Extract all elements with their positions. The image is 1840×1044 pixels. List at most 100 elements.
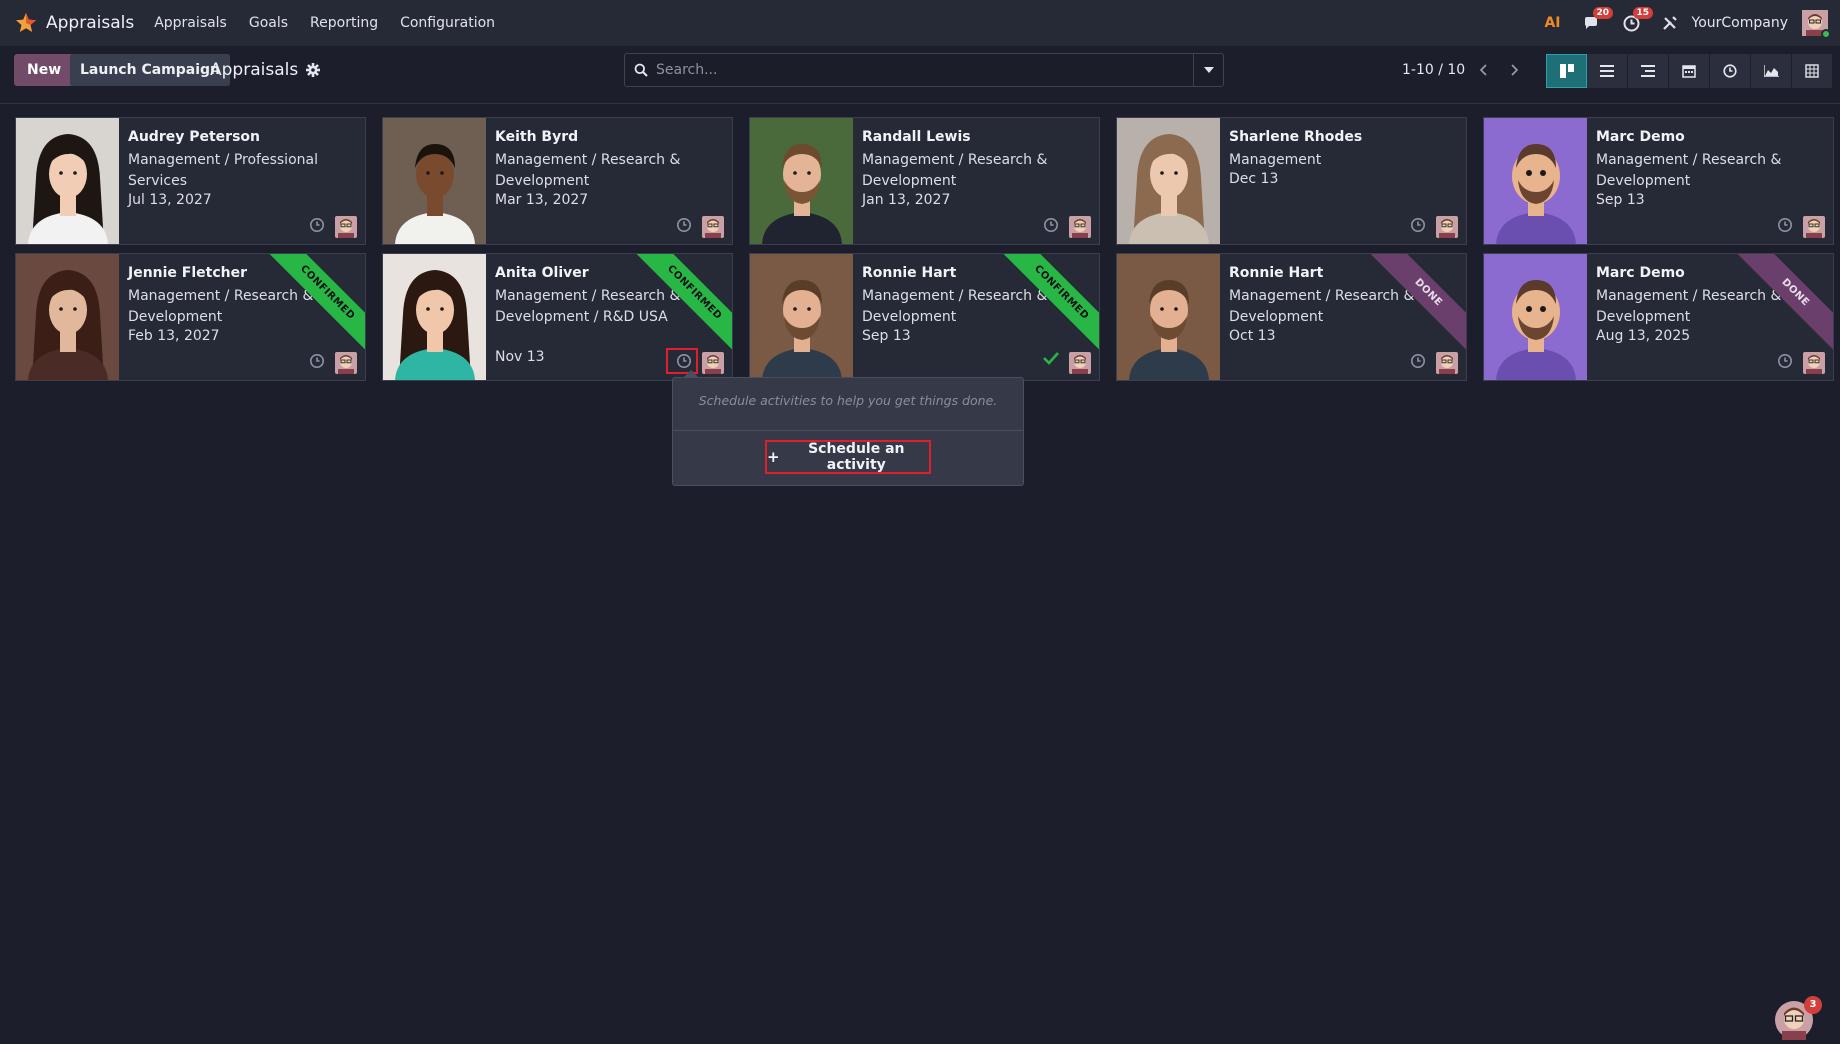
employee-department: Management / Research & Development / R&… [495, 288, 681, 325]
employee-photo [16, 118, 119, 244]
appraisal-date: Dec 13 [1229, 171, 1279, 187]
employee-photo [16, 118, 119, 244]
menu-goals[interactable]: Goals [249, 15, 288, 31]
manager-avatar[interactable] [335, 216, 357, 238]
manager-avatar[interactable] [1436, 216, 1458, 238]
view-list[interactable] [1587, 54, 1628, 88]
pager-value[interactable]: 1-10 / 10 [1402, 62, 1465, 78]
main-menu: Appraisals Goals Reporting Configuration [154, 15, 517, 31]
pivot-table-icon [1805, 64, 1819, 78]
employee-photo [16, 254, 119, 380]
activity-clock-icon[interactable] [1410, 353, 1426, 369]
kanban-icon [1559, 64, 1574, 78]
activity-clock-icon[interactable] [309, 217, 325, 233]
view-hierarchy[interactable] [1628, 54, 1669, 88]
appraisal-date: Sep 13 [1596, 192, 1645, 208]
manager-avatar[interactable] [1436, 352, 1458, 374]
hierarchy-list-icon [1641, 65, 1655, 77]
pager-previous[interactable] [1469, 56, 1497, 84]
new-button[interactable]: New [14, 54, 75, 86]
activity-clock-icon[interactable] [1043, 217, 1059, 233]
list-icon [1600, 65, 1614, 77]
employee-name: Ronnie Hart [862, 265, 957, 281]
company-switcher[interactable]: YourCompany [1692, 15, 1789, 31]
popover-divider [673, 430, 1023, 431]
view-calendar[interactable] [1669, 54, 1710, 88]
employee-name: Sharlene Rhodes [1229, 129, 1363, 145]
popover-hint: Schedule activities to help you get thin… [698, 393, 998, 408]
debug-tools-icon[interactable] [1662, 15, 1678, 31]
view-activity[interactable] [1710, 54, 1751, 88]
appraisal-date: Nov 13 [495, 349, 545, 365]
employee-photo [1484, 254, 1587, 380]
appraisal-card[interactable]: Randall Lewis Management / Research & Dev… [749, 117, 1100, 245]
employee-photo [750, 254, 853, 380]
view-pivot[interactable] [1792, 54, 1833, 88]
employee-department: Management / Research & Development [1596, 288, 1782, 325]
wrench-icon [1662, 16, 1677, 30]
menu-reporting[interactable]: Reporting [310, 15, 378, 31]
activities-icon[interactable]: 15 [1623, 6, 1654, 32]
employee-photo [750, 118, 853, 244]
employee-photo [1117, 118, 1220, 244]
appraisal-card[interactable]: Audrey Peterson Management / Professional… [15, 117, 366, 245]
search-options-toggle[interactable] [1193, 54, 1223, 86]
employee-department: Management [1229, 152, 1322, 168]
manager-avatar[interactable] [335, 352, 357, 374]
schedule-activity-button[interactable]: + Schedule an activity [765, 440, 931, 474]
appraisal-card[interactable]: Marc Demo Management / Research & Develop… [1483, 253, 1834, 381]
employee-photo [383, 118, 486, 244]
appraisal-date: Feb 13, 2027 [128, 328, 220, 344]
appraisal-card[interactable]: Ronnie Hart Management / Research & Devel… [1116, 253, 1467, 381]
messages-icon[interactable]: 20 [1583, 7, 1614, 31]
check-icon[interactable] [1043, 351, 1059, 369]
chevron-left-icon [1479, 64, 1487, 76]
activities-badge: 15 [1632, 6, 1654, 19]
manager-avatar[interactable] [1069, 352, 1091, 374]
employee-photo [383, 254, 486, 380]
control-panel: New Launch Campaign Appraisals 1-10 / 10 [0, 46, 1840, 104]
app-brand[interactable]: Appraisals [14, 11, 134, 35]
employee-photo [1117, 118, 1220, 244]
search-icon [634, 63, 648, 77]
menu-configuration[interactable]: Configuration [400, 15, 495, 31]
chat-badge: 3 [1804, 996, 1822, 1014]
manager-avatar[interactable] [1803, 216, 1825, 238]
pager-next[interactable] [1501, 56, 1529, 84]
activity-clock-icon[interactable] [309, 353, 325, 369]
appraisal-card[interactable]: Ronnie Hart Management / Research & Devel… [749, 253, 1100, 381]
manager-avatar[interactable] [1069, 216, 1091, 238]
manager-avatar[interactable] [1803, 352, 1825, 374]
appraisal-card[interactable]: Marc Demo Management / Research & Develop… [1483, 117, 1834, 245]
ai-label: AI [1544, 15, 1561, 31]
activity-clock-icon[interactable] [1410, 217, 1426, 233]
ai-icon[interactable]: AI [1544, 15, 1560, 31]
employee-photo [1484, 254, 1587, 380]
employee-name: Randall Lewis [862, 129, 971, 145]
appraisal-date: Sep 13 [862, 328, 911, 344]
view-graph[interactable] [1751, 54, 1792, 88]
activity-clock-icon[interactable] [1777, 353, 1793, 369]
employee-photo [383, 118, 486, 244]
appraisal-card[interactable]: Anita Oliver Management / Research & Deve… [382, 253, 733, 381]
launch-campaign-button[interactable]: Launch Campaign [70, 54, 231, 86]
employee-photo [1117, 254, 1220, 380]
menu-appraisals[interactable]: Appraisals [154, 15, 227, 31]
manager-avatar[interactable] [702, 216, 724, 238]
appraisal-card[interactable]: Jennie Fletcher Management / Research & D… [15, 253, 366, 381]
employee-name: Jennie Fletcher [128, 265, 248, 281]
appraisal-date: Oct 13 [1229, 328, 1276, 344]
appraisal-card[interactable]: Sharlene Rhodes Management Dec 13 [1116, 117, 1467, 245]
user-avatar[interactable] [1802, 10, 1831, 39]
employee-photo [750, 254, 853, 380]
search-input[interactable] [656, 62, 1193, 78]
appraisal-card[interactable]: Keith Byrd Management / Research & Develo… [382, 117, 733, 245]
manager-avatar[interactable] [702, 352, 724, 374]
activity-clock-icon[interactable] [1777, 217, 1793, 233]
activity-clock-icon[interactable] [676, 217, 692, 233]
online-status-dot [1821, 29, 1831, 39]
view-kanban[interactable] [1546, 54, 1587, 88]
employee-name: Ronnie Hart [1229, 265, 1324, 281]
gear-icon[interactable] [306, 63, 321, 77]
search-bar [624, 53, 1224, 87]
